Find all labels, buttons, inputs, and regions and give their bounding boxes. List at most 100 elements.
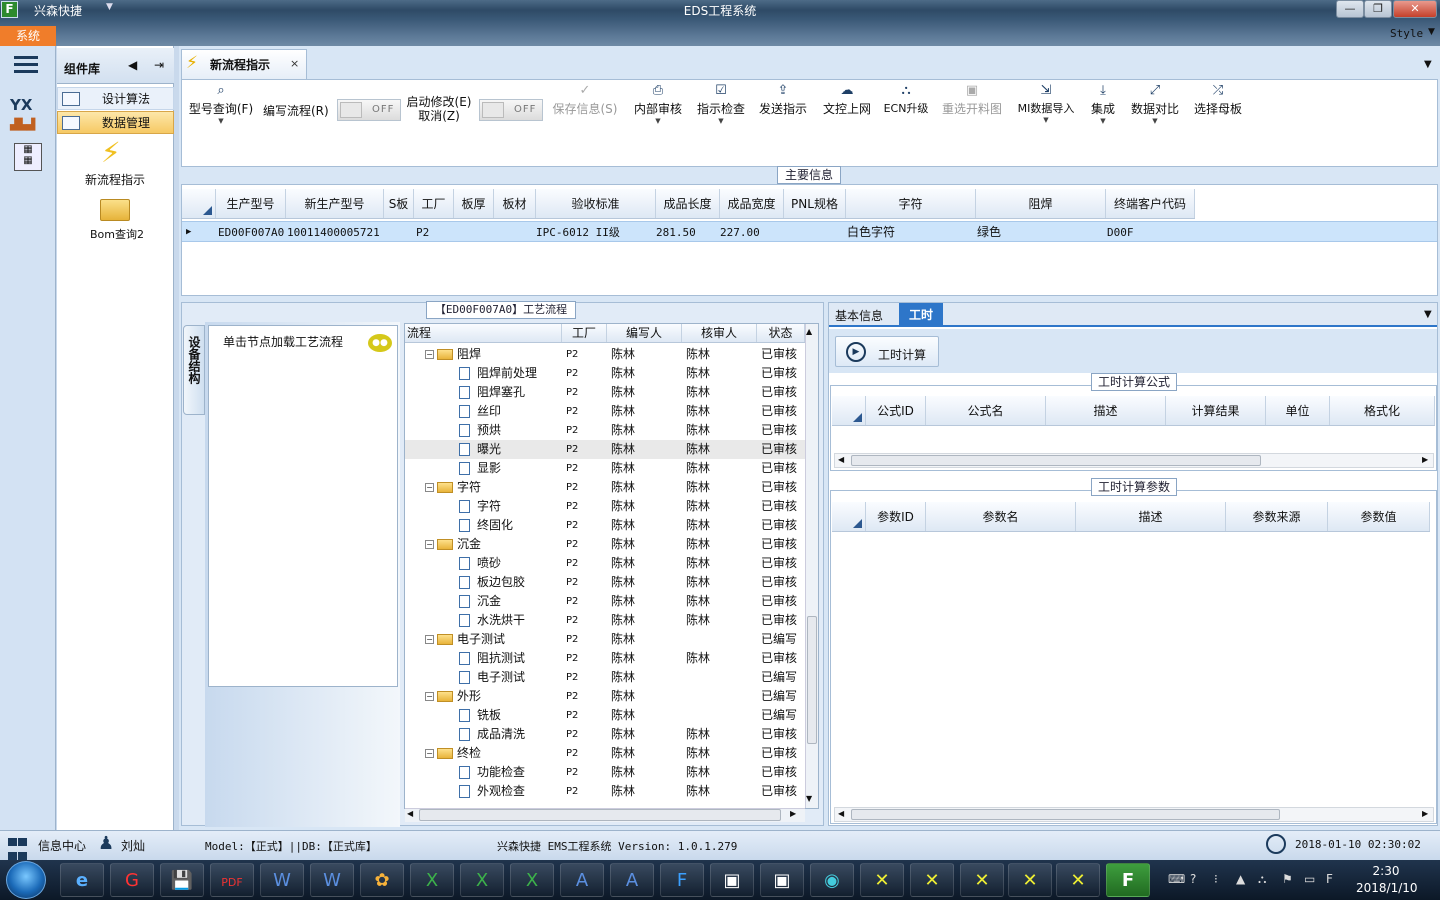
shortcut-bom-query-label[interactable]: Bom查询2: [90, 226, 144, 242]
shortcut-new-flow-label[interactable]: 新流程指示: [85, 171, 145, 188]
style-menu[interactable]: Style: [1390, 27, 1423, 40]
tree-row[interactable]: 功能检查 P2 陈林 陈林 已审核: [405, 763, 805, 782]
minimize-button[interactable]: —: [1336, 0, 1364, 18]
column-header[interactable]: 板材: [494, 189, 536, 218]
tree-row[interactable]: − 字符 P2 陈林 陈林 已审核: [405, 478, 805, 497]
upload-online-button[interactable]: ☁ 文控上网: [819, 82, 875, 132]
tree-node[interactable]: − 阻焊: [405, 345, 558, 364]
scroll-right-icon[interactable]: ▶: [1422, 809, 1428, 818]
tab-basic-info[interactable]: 基本信息: [835, 307, 883, 324]
send-instruction-button[interactable]: ⇪ 发送指示: [755, 82, 811, 132]
tree-row[interactable]: 沉金 P2 陈林 陈林 已审核: [405, 592, 805, 611]
collapse-icon[interactable]: −: [425, 692, 434, 701]
info-center-link[interactable]: 信息中心: [38, 837, 86, 854]
mi-import-button[interactable]: ⇲ MI数据导入 ▼: [1013, 82, 1079, 132]
column-header[interactable]: 字符: [846, 189, 976, 218]
network-app-icon[interactable]: ⛬: [1258, 872, 1266, 887]
column-header[interactable]: 编写人: [607, 324, 682, 342]
folder-icon[interactable]: [100, 199, 130, 221]
text-document-icon[interactable]: A: [610, 863, 654, 897]
tree-row[interactable]: − 阻焊 P2 陈林 陈林 已审核: [405, 345, 805, 364]
table-row[interactable]: ▶ ED00F007A0 10011400005721 P2 IPC-6012 …: [182, 221, 1437, 242]
tab-list-dropdown-icon[interactable]: ▼: [1424, 309, 1432, 320]
tree-node[interactable]: 板边包胶: [405, 573, 558, 592]
tab-list-dropdown-icon[interactable]: ▼: [1424, 59, 1432, 70]
tree-node[interactable]: 曝光: [405, 440, 558, 459]
tree-node[interactable]: 铣板: [405, 706, 558, 725]
reselect-cutting-button[interactable]: ▣ 重选开料图: [940, 82, 1004, 132]
tree-node[interactable]: 外观检查: [405, 782, 558, 801]
tree-node[interactable]: 水洗烘干: [405, 611, 558, 630]
column-header[interactable]: 成品长度: [656, 189, 720, 218]
tree-row[interactable]: 阻焊塞孔 P2 陈林 陈林 已审核: [405, 383, 805, 402]
hamburger-menu-icon[interactable]: [14, 56, 38, 74]
foxmail-tray-icon[interactable]: F: [1326, 872, 1333, 886]
tree-row[interactable]: 电子测试 P2 陈林 已编写: [405, 668, 805, 687]
tree-row[interactable]: 水洗烘干 P2 陈林 陈林 已审核: [405, 611, 805, 630]
column-header[interactable]: 公式ID: [866, 396, 926, 425]
column-header[interactable]: 公式名: [926, 396, 1046, 425]
scroll-down-icon[interactable]: ▼: [806, 794, 812, 803]
picture-viewer-icon[interactable]: ▣: [760, 863, 804, 897]
collapse-left-icon[interactable]: ◀: [128, 58, 137, 72]
tree-node[interactable]: − 终检: [405, 744, 558, 763]
tree-row[interactable]: 阻焊前处理 P2 陈林 陈林 已审核: [405, 364, 805, 383]
text-document-icon[interactable]: A: [560, 863, 604, 897]
scroll-left-icon[interactable]: ◀: [838, 809, 844, 818]
tree-row[interactable]: − 电子测试 P2 陈林 已编写: [405, 630, 805, 649]
excel-window-icon[interactable]: ✕: [1056, 863, 1100, 897]
restore-button[interactable]: ❐: [1364, 0, 1392, 18]
column-header[interactable]: PNL规格: [784, 189, 846, 218]
red-app-icon[interactable]: G: [110, 863, 154, 897]
grid-icon[interactable]: [8, 836, 28, 860]
column-header[interactable]: 板厚: [454, 189, 494, 218]
column-header[interactable]: S板: [384, 189, 414, 218]
tree-row[interactable]: 板边包胶 P2 陈林 陈林 已审核: [405, 573, 805, 592]
column-header[interactable]: 成品宽度: [720, 189, 784, 218]
instruction-check-button[interactable]: ☑ 指示检查 ▼: [693, 82, 749, 132]
calculate-work-hours-label[interactable]: 工时计算: [878, 346, 926, 363]
keyboard-icon[interactable]: ⌨: [1168, 872, 1185, 886]
lightning-icon[interactable]: ⚡: [101, 137, 129, 169]
scroll-left-icon[interactable]: ◀: [407, 809, 413, 818]
show-hidden-icon[interactable]: ▲: [1236, 872, 1245, 886]
excel-window-icon[interactable]: ✕: [860, 863, 904, 897]
tree-row[interactable]: 曝光 P2 陈林 陈林 已审核: [405, 440, 805, 459]
network-icon[interactable]: ▭: [1304, 872, 1315, 886]
start-button[interactable]: [6, 861, 46, 899]
start-modify-toggle[interactable]: OFF: [479, 99, 543, 121]
tree-row[interactable]: 铣板 P2 陈林 已编写: [405, 706, 805, 725]
scroll-up-icon[interactable]: ▲: [806, 327, 812, 336]
shell-icon[interactable]: ✿: [360, 863, 404, 897]
tree-row[interactable]: − 外形 P2 陈林 已编写: [405, 687, 805, 706]
eye-app-icon[interactable]: ◉: [810, 863, 854, 897]
tree-row[interactable]: 成品清洗 P2 陈林 陈林 已审核: [405, 725, 805, 744]
tree-node[interactable]: − 沉金: [405, 535, 558, 554]
component-item-data-management[interactable]: 数据管理: [57, 111, 174, 134]
column-header[interactable]: 流程: [405, 324, 562, 342]
tree-node[interactable]: 阻抗测试: [405, 649, 558, 668]
help-icon[interactable]: ?: [1190, 872, 1196, 886]
tree-row[interactable]: − 终检 P2 陈林 陈林 已审核: [405, 744, 805, 763]
column-header[interactable]: 格式化: [1330, 396, 1435, 425]
column-header[interactable]: 阻焊: [976, 189, 1106, 218]
column-header[interactable]: 参数值: [1328, 502, 1430, 531]
tree-row[interactable]: 预烘 P2 陈林 陈林 已审核: [405, 421, 805, 440]
tree-node[interactable]: 沉金: [405, 592, 558, 611]
select-master-button[interactable]: ⤮ 选择母板: [1190, 82, 1246, 132]
pdf-icon[interactable]: PDF: [210, 863, 254, 897]
tab-work-hours[interactable]: 工时: [899, 303, 943, 327]
scrollbar-thumb[interactable]: [807, 616, 817, 744]
scroll-right-icon[interactable]: ▶: [790, 809, 796, 818]
tree-row[interactable]: 显影 P2 陈林 陈林 已审核: [405, 459, 805, 478]
tree-node[interactable]: 阻焊塞孔: [405, 383, 558, 402]
tree-node[interactable]: 喷砂: [405, 554, 558, 573]
taskbar-clock[interactable]: 2:30 2018/1/10: [1356, 863, 1418, 897]
document-tab-label[interactable]: 新流程指示: [210, 56, 270, 73]
collapse-icon[interactable]: −: [425, 635, 434, 644]
write-flow-toggle[interactable]: OFF: [337, 99, 401, 121]
data-compare-button[interactable]: ⤢ 数据对比 ▼: [1127, 82, 1183, 132]
tree-row[interactable]: 阻抗测试 P2 陈林 陈林 已审核: [405, 649, 805, 668]
column-header[interactable]: 核审人: [682, 324, 757, 342]
dock-icon[interactable]: ⇥: [154, 58, 164, 72]
